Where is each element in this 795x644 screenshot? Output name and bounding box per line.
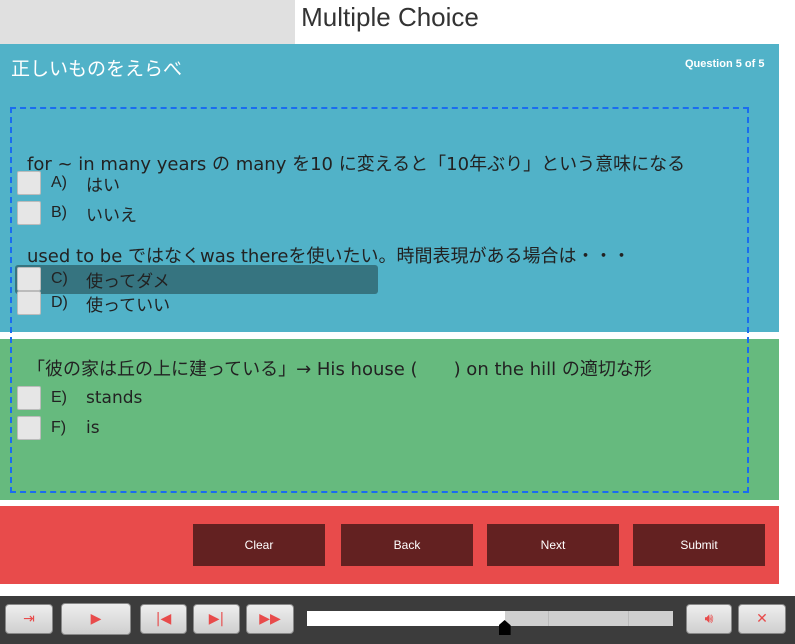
option-text: stands — [86, 388, 143, 408]
progress-fill — [307, 611, 505, 626]
option-letter: C) — [51, 270, 68, 287]
question-prompt: 「彼の家は丘の上に建っている」→ His house ( ) on the hi… — [27, 359, 652, 380]
option-text: 使ってダメ — [86, 271, 170, 292]
back-button[interactable]: Back — [341, 524, 473, 566]
previous-button[interactable]: |◀ — [140, 604, 187, 634]
fast-forward-button[interactable]: ▶▶ — [246, 604, 294, 634]
option-text: is — [86, 418, 100, 438]
option-text: 使っていい — [86, 295, 171, 316]
option-b[interactable]: B) いいえ — [17, 200, 137, 226]
clear-button[interactable]: Clear — [193, 524, 325, 566]
fast-forward-icon: ▶▶ — [259, 611, 281, 627]
close-icon: ✕ — [756, 611, 768, 627]
progress-tick — [548, 611, 549, 626]
header-bar — [0, 0, 295, 44]
progress-tick — [628, 611, 629, 626]
volume-button[interactable]: 🔊︎ — [686, 604, 732, 634]
next-button[interactable]: Next — [487, 524, 619, 566]
checkbox[interactable] — [17, 386, 41, 410]
play-icon: ▶ — [90, 611, 102, 627]
option-text: いいえ — [86, 205, 137, 226]
option-letter: B) — [51, 204, 67, 221]
next-slide-button[interactable]: ▶| — [193, 604, 240, 634]
question-counter: Question 5 of 5 — [685, 58, 765, 70]
checkbox[interactable] — [17, 291, 41, 315]
speaker-icon: 🔊︎ — [704, 611, 714, 627]
option-c[interactable]: C) 使ってダメ — [17, 266, 170, 292]
checkbox[interactable] — [17, 171, 41, 195]
question-prompt: used to be ではなくwas thereを使いたい。時間表現がある場合は… — [27, 246, 631, 267]
skip-back-icon: |◀ — [155, 611, 172, 627]
option-letter: E) — [51, 389, 67, 406]
option-letter: D) — [51, 294, 68, 311]
option-text: はい — [86, 175, 120, 196]
window-title: Multiple Choice — [301, 2, 479, 32]
checkbox[interactable] — [17, 416, 41, 440]
close-button[interactable]: ✕ — [738, 604, 786, 634]
quiz-heading: 正しいものをえらべ — [11, 58, 183, 80]
question-prompt: for ~ in many years の many を10 に変えると「10年… — [27, 154, 686, 175]
option-a[interactable]: A) はい — [17, 170, 120, 196]
checkbox[interactable] — [17, 267, 41, 291]
submit-button[interactable]: Submit — [633, 524, 765, 566]
progress-bar[interactable] — [307, 611, 673, 626]
checkbox[interactable] — [17, 201, 41, 225]
play-button[interactable]: ▶ — [61, 603, 131, 635]
option-d[interactable]: D) 使っていい — [17, 290, 170, 316]
skip-forward-icon: ▶| — [208, 611, 225, 627]
option-letter: A) — [51, 174, 67, 191]
exit-button[interactable]: ⇥ — [5, 604, 53, 634]
option-f[interactable]: F) is — [17, 415, 100, 441]
option-letter: F) — [51, 419, 67, 436]
option-e[interactable]: E) stands — [17, 385, 142, 411]
exit-icon: ⇥ — [23, 611, 35, 627]
